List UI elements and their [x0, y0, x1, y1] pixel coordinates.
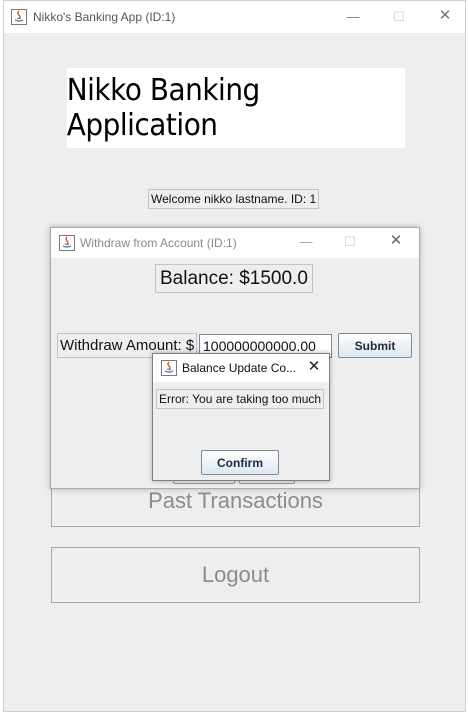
- maximize-button[interactable]: ☐: [390, 10, 408, 24]
- maximize-button[interactable]: ☐: [341, 235, 359, 249]
- welcome-label: Welcome nikko lastname. ID: 1: [148, 189, 320, 209]
- confirm-dialog-title: Balance Update Co...: [182, 361, 297, 375]
- balance-update-dialog: Balance Update Co... ✕ Error: You are ta…: [152, 353, 330, 481]
- java-icon: [59, 235, 75, 251]
- withdraw-dialog-title: Withdraw from Account (ID:1): [80, 236, 237, 250]
- confirm-button[interactable]: Confirm: [201, 450, 279, 475]
- withdraw-title-bar[interactable]: Withdraw from Account (ID:1) — ☐ ✕: [51, 228, 419, 258]
- close-button[interactable]: ✕: [305, 359, 323, 374]
- minimize-button[interactable]: —: [297, 235, 315, 249]
- java-icon: [11, 9, 27, 25]
- logout-label: Logout: [201, 562, 270, 587]
- close-button[interactable]: ✕: [436, 8, 454, 23]
- submit-button[interactable]: Submit: [338, 333, 412, 358]
- error-message: Error: You are taking too much: [156, 389, 325, 409]
- close-button[interactable]: ✕: [387, 233, 405, 248]
- logout-button[interactable]: Logout: [51, 547, 420, 603]
- window-title: Nikko's Banking App (ID:1): [33, 10, 176, 24]
- minimize-button[interactable]: —: [344, 10, 362, 24]
- balance-label: Balance: $1500.0: [155, 264, 313, 293]
- main-title-bar[interactable]: Nikko's Banking App (ID:1) — ☐ ✕: [4, 1, 465, 33]
- past-transactions-label: Past Transactions: [148, 488, 323, 513]
- app-banner: Nikko Banking Application: [66, 68, 406, 148]
- java-icon: [161, 360, 177, 376]
- confirm-title-bar[interactable]: Balance Update Co... ✕: [153, 354, 329, 382]
